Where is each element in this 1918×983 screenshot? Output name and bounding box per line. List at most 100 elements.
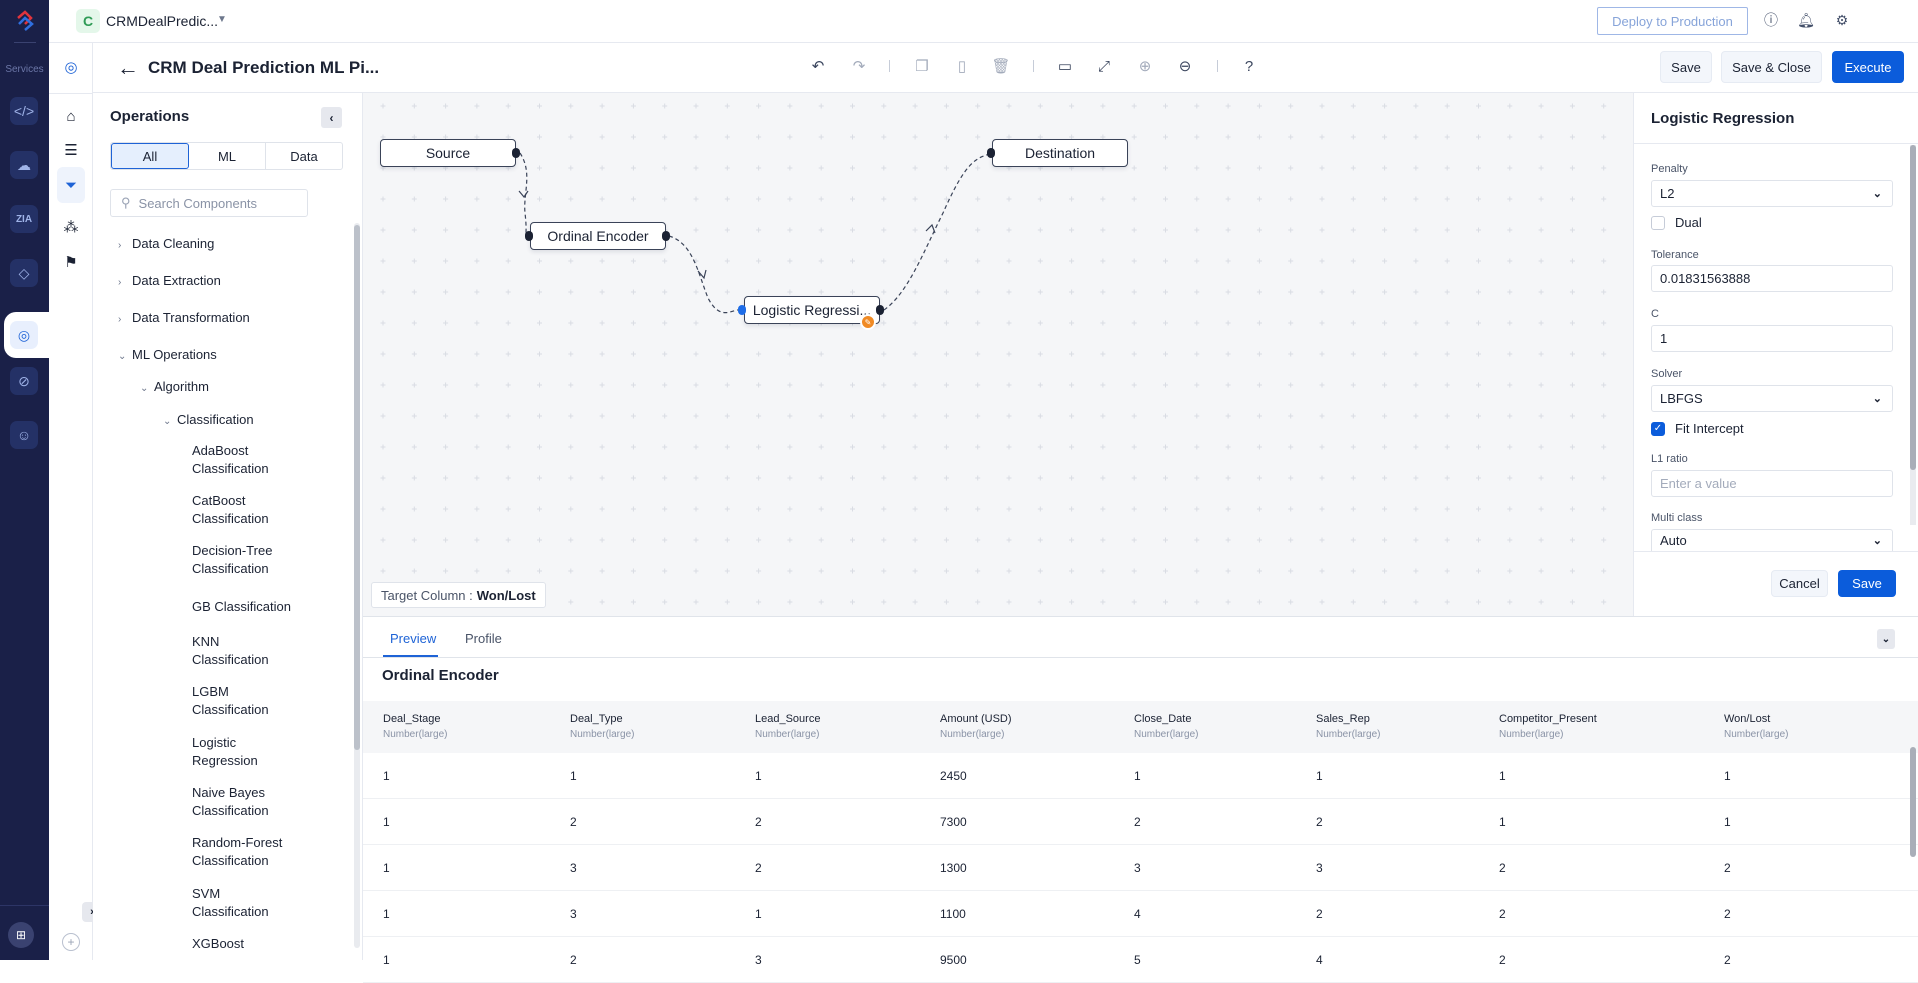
tree-group-algorithm[interactable]: ⌄ Algorithm [140,378,209,398]
tree-group-ml-operations[interactable]: ⌄ ML Operations [118,346,217,366]
tab-preview[interactable]: Preview [390,631,436,646]
ops-scrollbar-thumb[interactable] [354,225,360,750]
column-header[interactable]: Deal_Stage Number(large) [383,713,447,740]
rail-active-tab[interactable]: ◎ [4,312,49,358]
table-row[interactable]: 1 3 2 1300 3 3 2 2 [363,845,1918,891]
port-in[interactable] [525,231,533,241]
code-icon[interactable]: </> [10,97,38,125]
component-item[interactable]: Naive Bayes Classification [192,784,312,820]
pipeline-canvas[interactable]: Source Ordinal Encoder Logistic Regressi… [363,93,1633,616]
port-in[interactable] [987,148,995,158]
flag-icon[interactable]: ⚑ [57,248,85,276]
column-header[interactable]: Won/Lost Number(large) [1724,713,1788,740]
tolerance-field[interactable] [1651,265,1893,292]
paste-icon[interactable]: ▯ [951,55,973,77]
c-field[interactable] [1651,325,1893,352]
zoom-out-icon[interactable]: ⊖ [1174,55,1196,77]
back-arrow-icon[interactable]: ← [117,55,139,81]
ml-studio-home-icon[interactable]: ◎ [57,53,85,81]
edge-logistic-destination[interactable] [883,153,991,311]
orbit-icon[interactable]: ⊘ [10,367,38,395]
search-input[interactable] [138,195,289,211]
tree-group-data-extraction[interactable]: › Data Extraction [118,272,221,292]
tree-group-classification[interactable]: ⌄ Classification [163,411,254,431]
add-icon[interactable]: + [62,933,80,951]
table-row[interactable]: 1 2 3 9500 5 4 2 2 [363,937,1918,983]
multi-class-select[interactable]: Auto ⌄ [1651,529,1893,551]
penalty-select[interactable]: L2 ⌄ [1651,180,1893,207]
bot-icon[interactable]: ☺ [10,421,38,449]
database-icon[interactable]: ☰ [57,136,85,164]
node-destination[interactable]: Destination [992,139,1128,167]
help-icon[interactable]: ⓘ [1761,10,1781,30]
port-out[interactable] [512,148,520,158]
c-input[interactable] [1660,331,1880,346]
tree-group-data-transformation[interactable]: › Data Transformation [118,309,250,329]
component-item[interactable]: Random-Forest Classification [192,834,312,870]
column-header[interactable]: Sales_Rep Number(large) [1316,713,1380,740]
column-header[interactable]: Lead_Source Number(large) [755,713,820,740]
filter-data[interactable]: Data [266,143,342,169]
redo-icon[interactable]: ↷ [848,55,870,77]
project-badge[interactable]: C [76,9,100,33]
tree-group-data-cleaning[interactable]: › Data Cleaning [118,235,214,255]
ml-studio-icon[interactable]: ◎ [10,321,38,349]
component-item[interactable]: LGBM Classification [192,683,312,719]
tab-profile[interactable]: Profile [465,631,502,646]
component-item[interactable]: AdaBoost Classification [192,442,312,478]
app-logo-icon[interactable] [12,8,38,34]
checkbox-icon[interactable] [1651,215,1665,230]
bell-icon[interactable]: 🔔︎ [1796,10,1816,30]
save-button[interactable]: Save [1660,51,1712,83]
column-header[interactable]: Amount (USD) Number(large) [940,713,1012,740]
port-out[interactable] [876,305,884,315]
component-item[interactable]: SVM Classification [192,885,312,921]
cancel-button[interactable]: Cancel [1771,570,1828,597]
pipeline-icon[interactable]: ⏷ [57,167,85,203]
table-row[interactable]: 1 3 1 1100 4 2 2 2 [363,891,1918,937]
node-source[interactable]: Source [380,139,516,167]
column-header[interactable]: Deal_Type Number(large) [570,713,634,740]
zia-icon[interactable]: ZIA [10,205,38,233]
tolerance-input[interactable] [1660,271,1880,286]
undo-icon[interactable]: ↶ [807,55,829,77]
component-item[interactable]: Logistic Regression [192,734,312,770]
column-header[interactable]: Close_Date Number(large) [1134,713,1198,740]
solver-select[interactable]: LBFGS ⌄ [1651,385,1893,412]
fit-intercept-checkbox[interactable]: ✓ Fit Intercept [1651,421,1744,436]
l1-ratio-input[interactable] [1660,476,1880,491]
integration-icon[interactable]: ◇ [10,259,38,287]
caret-down-icon[interactable]: ▼ [217,14,227,25]
cloud-icon[interactable]: ☁ [10,151,38,179]
filter-all[interactable]: All [111,143,189,169]
zoom-in-icon[interactable]: ⊕ [1134,55,1156,77]
dual-checkbox[interactable]: Dual [1651,215,1702,230]
help-icon[interactable]: ? [1238,55,1260,77]
port-out[interactable] [662,231,670,241]
panel-icon[interactable]: ▭ [1054,55,1076,77]
search-field[interactable]: ⚲ [110,189,308,217]
deploy-button[interactable]: Deploy to Production [1597,7,1748,35]
models-icon[interactable]: ⁂ [57,213,85,241]
collapse-preview-button[interactable]: ⌄ [1877,629,1895,649]
column-header[interactable]: Competitor_Present Number(large) [1499,713,1597,740]
project-name[interactable]: CRMDealPredic... [106,13,218,29]
component-item[interactable]: KNN Classification [192,633,312,669]
component-item[interactable]: XGBoost [192,935,312,953]
execute-button[interactable]: Execute [1832,51,1904,83]
filter-ml[interactable]: ML [189,143,266,169]
save-button[interactable]: Save [1838,570,1896,597]
home-icon[interactable]: ⌂ [57,102,85,130]
node-ordinal-encoder[interactable]: Ordinal Encoder [530,222,666,250]
fit-screen-icon[interactable]: ⤢ [1093,55,1115,77]
port-in[interactable] [738,305,746,315]
copy-icon[interactable]: ❐ [911,55,933,77]
apps-add-icon[interactable]: ⊞ [8,922,34,948]
table-row[interactable]: 1 2 2 7300 2 2 1 1 [363,799,1918,845]
collapse-panel-button[interactable]: ‹ [321,107,342,128]
props-scrollbar-thumb[interactable] [1910,145,1916,470]
l1-ratio-field[interactable] [1651,470,1893,497]
table-scrollbar-thumb[interactable] [1910,747,1916,857]
gear-icon[interactable]: ⚙ [1832,10,1852,30]
component-item[interactable]: CatBoost Classification [192,492,312,528]
